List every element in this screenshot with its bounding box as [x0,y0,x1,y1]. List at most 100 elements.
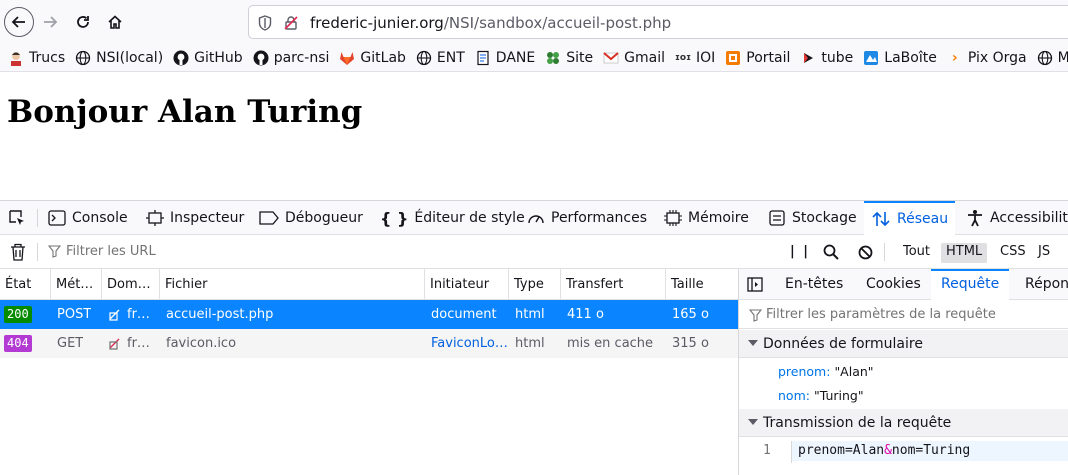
collapse-triangle-icon [748,419,758,425]
param-key: prenom: [778,364,831,379]
memory-chip-icon [664,210,682,226]
bookmark-label: DANE [495,49,536,66]
bookmark-github[interactable]: GitHub [173,50,243,66]
bookmark-pix-orga[interactable]: › Pix Orga [947,50,1027,66]
tab-label: Débogueur [285,210,363,226]
transfer-cell: mis en cache [567,336,654,351]
bookmark-trucs[interactable]: Trucs [8,50,65,66]
type-filter-js[interactable]: JS [1033,243,1055,263]
method-cell: GET [57,336,84,351]
toggle-panel-button[interactable] [747,277,763,296]
table-row[interactable]: 200 POST fr… accueil-post.php document h… [0,300,738,329]
tab-debogueur[interactable]: Débogueur [259,201,363,235]
form-param: prenom: "Alan" [778,364,874,379]
params-filter: Filtrer les paramètres de la requête [739,300,1068,329]
home-icon [108,15,122,29]
bookmark-ioi[interactable]: ɪoɪ IOI [675,50,715,66]
browser-toolbar: frederic-junier.org/NSI/sandbox/accueil-… [0,0,1068,44]
forward-button[interactable] [36,8,64,36]
insecure-icon [109,309,120,321]
home-button[interactable] [101,8,129,36]
debugger-icon [259,210,279,226]
requests-table-header: État Mét… Dom… Fichier Initiateur Type T… [0,269,738,300]
column-taille[interactable]: Taille [666,269,738,300]
payload-line: 1 prenom=Alan&nom=Turing [739,437,1068,463]
tab-label: Mémoire [688,210,749,226]
size-cell: 315 o [672,336,709,351]
url-filter-input[interactable]: Filtrer les URL [66,244,156,259]
back-button[interactable] [4,7,34,37]
bookmark-laboite[interactable]: LaBoîte [863,50,937,66]
tab-cookies[interactable]: Cookies [866,269,921,300]
bookmark-tube[interactable]: tube [800,50,853,66]
column-methode[interactable]: Mét… [51,269,102,300]
column-etat[interactable]: État [0,269,51,300]
form-data-section-header[interactable]: Données de formulaire [739,330,1068,358]
domain-cell: fr… [127,307,150,322]
column-fichier[interactable]: Fichier [160,269,425,300]
tab-reponse[interactable]: Répons [1025,269,1068,300]
params-filter-input[interactable]: Filtrer les paramètres de la requête [766,307,996,322]
tab-console[interactable]: Console [48,201,128,235]
size-cell: 165 o [672,307,709,322]
bookmark-ent[interactable]: ENT [416,50,465,66]
tab-reseau[interactable]: Réseau [864,201,956,235]
tab-en-tetes[interactable]: En-têtes [785,269,843,300]
url-bar[interactable]: frederic-junier.org/NSI/sandbox/accueil-… [248,5,1068,39]
status-badge: 404 [4,335,32,352]
column-domaine[interactable]: Dom… [102,269,160,300]
reload-button[interactable] [69,8,97,36]
accessibility-icon [966,209,984,227]
initiator-link[interactable]: FaviconLo… [431,329,508,358]
tab-accessibilite[interactable]: Accessibilité [966,201,1068,235]
tab-requete[interactable]: Requête [931,269,1010,300]
payload-code[interactable]: prenom=Alan&nom=Turing [792,441,1068,461]
pause-button[interactable]: | | [790,244,810,259]
section-title: Transmission de la requête [763,415,952,431]
method-cell: POST [57,307,92,322]
arrow-left-icon [11,16,25,28]
page-content: Bonjour Alan Turing [0,72,1068,200]
tab-style-editor[interactable]: { } Éditeur de style [380,201,525,235]
console-icon [48,210,66,226]
type-filter-tout[interactable]: Tout [898,243,935,263]
block-icon [858,245,873,260]
search-button[interactable] [823,244,839,264]
column-initiateur[interactable]: Initiateur [425,269,509,300]
column-type[interactable]: Type [509,269,561,300]
document-icon [475,50,491,66]
bookmark-mo[interactable]: Mo [1037,50,1068,66]
bookmark-dane[interactable]: DANE [475,50,535,66]
bookmark-parc-nsi[interactable]: parc-nsi [253,50,329,66]
bookmark-label: Site [566,49,594,66]
bookmark-nsi-local[interactable]: NSI(local) [75,50,163,66]
clear-button[interactable] [10,243,26,265]
filter-divider [884,243,885,261]
avatar-icon [8,50,24,66]
bookmark-gitlab[interactable]: GitLab [339,50,406,66]
type-filter-css[interactable]: CSS [995,243,1031,263]
transmission-section-header[interactable]: Transmission de la requête [739,409,1068,437]
tab-memoire[interactable]: Mémoire [664,201,749,235]
tab-stockage[interactable]: Stockage [768,201,857,235]
column-transfert[interactable]: Transfert [561,269,666,300]
transfer-cell: 411 o [567,307,604,322]
type-cell: html [515,336,545,351]
funnel-icon [47,245,62,262]
tab-inspecteur[interactable]: Inspecteur [146,201,244,235]
bookmark-site[interactable]: Site [545,50,593,66]
pick-element-button[interactable] [8,201,26,235]
puzzle-icon [545,50,561,66]
tab-performances[interactable]: Performances [527,201,647,235]
arrow-right-icon [44,16,58,28]
bookmark-portail[interactable]: Portail [725,50,790,66]
github-icon [173,50,189,66]
block-button[interactable] [858,245,873,264]
type-filter-html[interactable]: HTML [941,243,988,263]
table-row[interactable]: 404 GET fr… favicon.ico FaviconLo… html … [0,329,738,358]
bookmark-gmail[interactable]: Gmail [603,50,665,66]
param-key: nom: [778,388,810,403]
inspector-icon [146,210,164,226]
insecure-lock-icon[interactable] [283,15,299,31]
status-badge: 200 [4,306,32,323]
